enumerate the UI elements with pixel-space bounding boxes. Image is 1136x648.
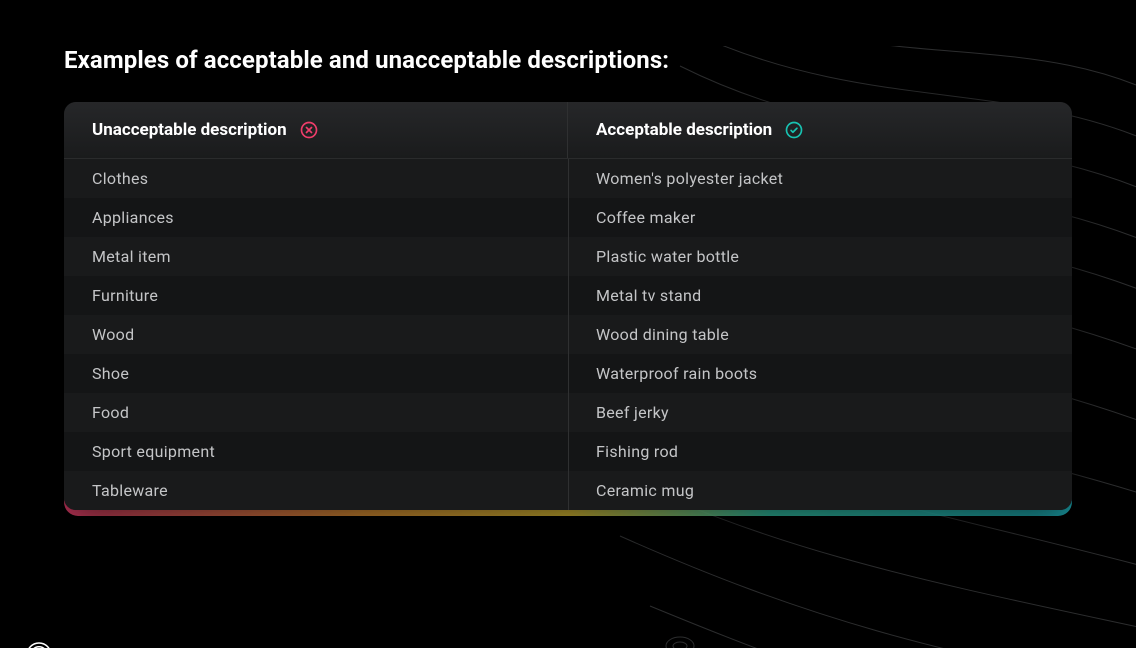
x-circle-icon bbox=[299, 120, 319, 140]
brand-lockup: ZONOS bbox=[24, 640, 157, 648]
check-circle-icon bbox=[784, 120, 804, 140]
descriptions-card: Unacceptable description Acceptable desc… bbox=[64, 102, 1072, 510]
column-header-acceptable: Acceptable description bbox=[568, 102, 1072, 158]
page-title: Examples of acceptable and unacceptable … bbox=[64, 46, 1136, 74]
descriptions-card-wrap: Unacceptable description Acceptable desc… bbox=[64, 102, 1072, 510]
column-divider bbox=[568, 159, 569, 510]
table-header-row: Unacceptable description Acceptable desc… bbox=[64, 102, 1072, 159]
cell-acceptable: Waterproof rain boots bbox=[568, 354, 1072, 393]
cell-acceptable: Metal tv stand bbox=[568, 276, 1072, 315]
column-header-acceptable-label: Acceptable description bbox=[596, 120, 772, 140]
cell-acceptable: Women's polyester jacket bbox=[568, 159, 1072, 198]
table-body: Clothes Women's polyester jacket Applian… bbox=[64, 159, 1072, 510]
cell-unacceptable: Wood bbox=[64, 315, 568, 354]
cell-acceptable: Plastic water bottle bbox=[568, 237, 1072, 276]
cell-unacceptable: Furniture bbox=[64, 276, 568, 315]
cell-unacceptable: Sport equipment bbox=[64, 432, 568, 471]
cell-unacceptable: Shoe bbox=[64, 354, 568, 393]
cell-unacceptable: Food bbox=[64, 393, 568, 432]
column-header-unacceptable: Unacceptable description bbox=[64, 102, 568, 158]
cell-unacceptable: Appliances bbox=[64, 198, 568, 237]
cell-unacceptable: Metal item bbox=[64, 237, 568, 276]
cell-acceptable: Fishing rod bbox=[568, 432, 1072, 471]
column-header-unacceptable-label: Unacceptable description bbox=[92, 120, 287, 140]
cell-acceptable: Wood dining table bbox=[568, 315, 1072, 354]
cell-acceptable: Coffee maker bbox=[568, 198, 1072, 237]
cell-acceptable: Ceramic mug bbox=[568, 471, 1072, 510]
cell-unacceptable: Tableware bbox=[64, 471, 568, 510]
brand-logo-icon bbox=[24, 640, 54, 648]
cell-unacceptable: Clothes bbox=[64, 159, 568, 198]
cell-acceptable: Beef jerky bbox=[568, 393, 1072, 432]
